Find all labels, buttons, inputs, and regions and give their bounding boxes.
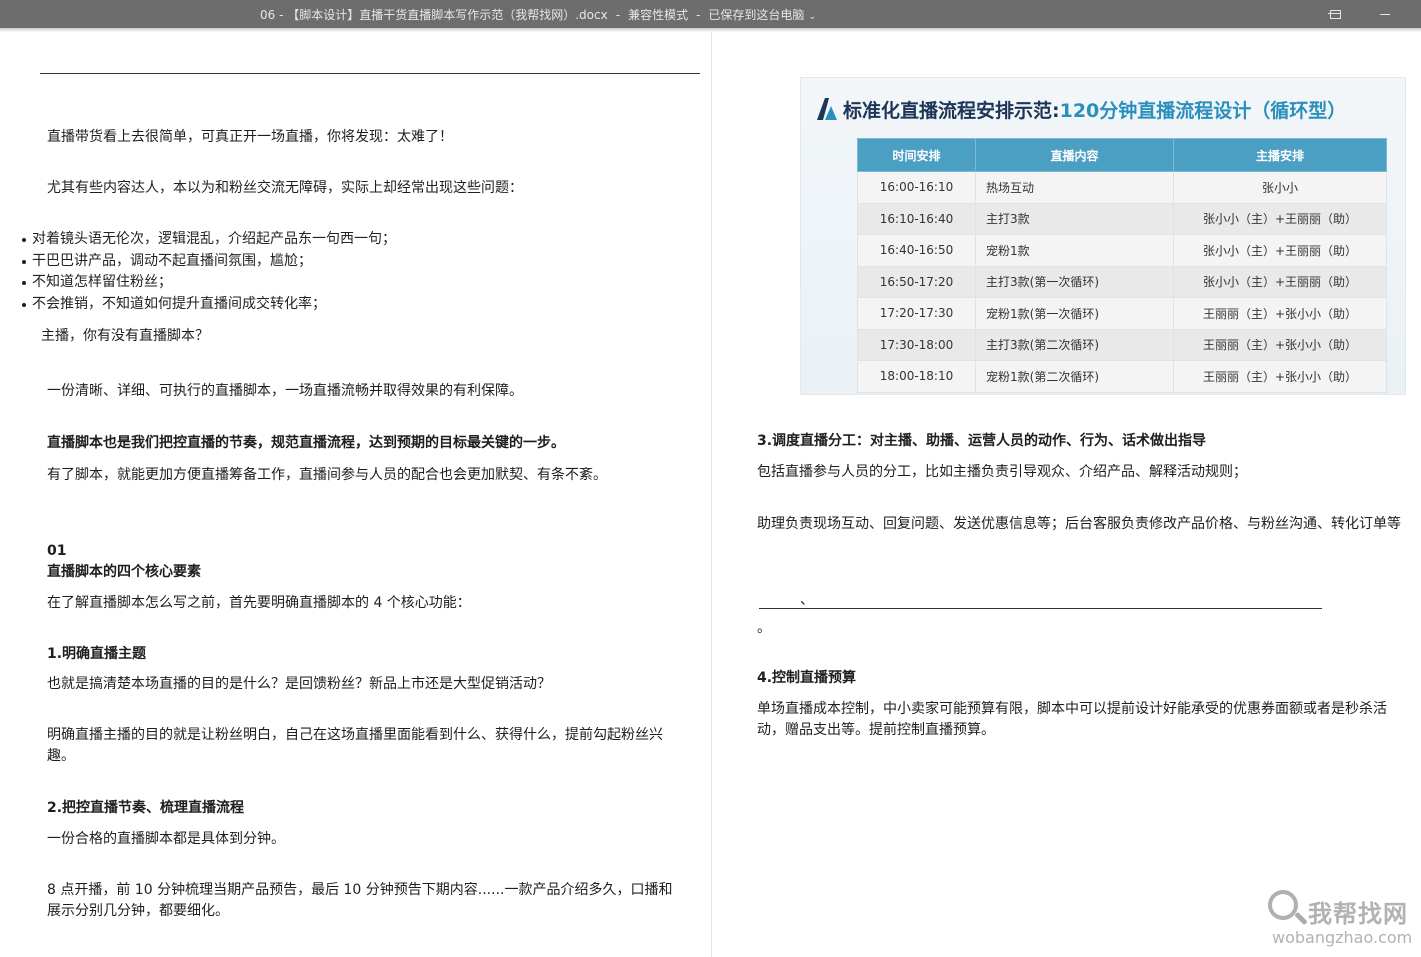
table-row: 17:30-18:00 主打3款(第二次循环) 王丽丽（主）+张小小（助） [857, 328, 1387, 361]
host-cell: 张小小（主）+王丽丽（助） [1173, 265, 1387, 298]
save-status[interactable]: 已保存到这台电脑 [708, 8, 804, 22]
table-row: 18:00-18:10 宠粉1款(第二次循环) 王丽丽（主）+张小小（助） [857, 360, 1387, 393]
chevron-down-icon[interactable]: ⌄ [808, 12, 816, 22]
section-title: 直播脚本的四个核心要素 [47, 564, 201, 580]
table-row: 17:20-17:30 宠粉1款(第一次循环) 王丽丽（主）+张小小（助） [857, 297, 1387, 330]
host-cell: 张小小（主）+王丽丽（助） [1173, 202, 1387, 235]
host-cell: 张小小 [1173, 171, 1387, 204]
time-cell: 16:00-16:10 [857, 171, 976, 204]
paragraph: 直播带货看上去很简单，可真正开一场直播，你将发现：太难了！ [47, 129, 453, 145]
watermark: 我帮找网 wobangzhao.com [1262, 886, 1421, 952]
column-header: 直播内容 [975, 138, 1174, 172]
host-cell: 王丽丽（主）+张小小（助） [1173, 328, 1387, 361]
paragraph: 包括直播参与人员的分工，比如主播负责引导观众、介绍产品、解释活动规则； [757, 464, 1247, 480]
paragraph: 在了解直播脚本怎么写之前，首先要明确直播脚本的 4 个核心功能： [47, 595, 471, 611]
document-name: 06 - 【脚本设计】直播干货直播脚本写作示范（我帮找网）.docx [260, 8, 608, 22]
table-row: 16:00-16:10 热场互动 张小小 [857, 171, 1387, 204]
title-bar: 06 - 【脚本设计】直播干货直播脚本写作示范（我帮找网）.docx - 兼容性模式… [0, 0, 1421, 28]
flow-image-title: 标准化直播流程安排示范:120分钟直播流程设计（循环型） [843, 100, 1347, 122]
page-divider [711, 32, 712, 957]
subheading: 4.控制直播预算 [757, 670, 857, 686]
content-cell: 热场互动 [975, 171, 1174, 204]
list-item: 干巴巴讲产品，调动不起直播间氛围，尴尬； [22, 251, 396, 273]
watermark-url: wobangzhao.com [1272, 928, 1413, 947]
minimize-icon[interactable] [1374, 4, 1396, 24]
paragraph: 一份清晰、详细、可执行的直播脚本，一场直播流畅并取得效果的有利保障。 [47, 383, 523, 399]
list-item: 不知道怎样留住粉丝； [22, 272, 396, 294]
host-cell: 张小小（主）+王丽丽（助） [1173, 234, 1387, 267]
paragraph: 明确直播主播的目的就是让粉丝明白，自己在这场直播里面能看到什么、获得什么，提前勾… [47, 727, 663, 764]
time-cell: 16:50-17:20 [857, 265, 976, 298]
table-row: 16:10-16:40 主打3款 张小小（主）+王丽丽（助） [857, 202, 1387, 235]
problem-list: 对着镜头语无伦次，逻辑混乱，介绍起产品东一句西一句； 干巴巴讲产品，调动不起直播… [22, 229, 396, 315]
paragraph: 单场直播成本控制，中小卖家可能预算有限，脚本中可以提前设计好能承受的优惠券面额或… [757, 701, 1387, 738]
column-header: 主播安排 [1173, 138, 1387, 172]
time-cell: 16:10-16:40 [857, 202, 976, 235]
paragraph: 助理负责现场互动、回复问题、发送优惠信息等；后台客服负责修改产品价格、与粉丝沟通… [757, 516, 1401, 532]
content-cell: 宠粉1款(第二次循环) [975, 360, 1174, 393]
restore-window-icon[interactable] [1324, 4, 1346, 24]
content-cell: 宠粉1款(第一次循环) [975, 297, 1174, 330]
horizontal-rule [759, 608, 1322, 609]
header-rule [40, 73, 700, 74]
list-item: 不会推销，不知道如何提升直播间成交转化率； [22, 294, 396, 316]
watermark-text: 我帮找网 [1308, 900, 1408, 928]
list-item: 对着镜头语无伦次，逻辑混乱，介绍起产品东一句西一句； [22, 229, 396, 251]
subheading: 3.调度直播分工：对主播、助播、运营人员的动作、行为、话术做出指导 [757, 433, 1207, 449]
subheading: 2.把控直播节奏、梳理直播流程 [47, 800, 245, 816]
time-cell: 17:20-17:30 [857, 297, 976, 330]
column-header: 时间安排 [857, 138, 976, 172]
text-fragment: 。 [757, 620, 771, 636]
table-row: 16:50-17:20 主打3款(第一次循环) 张小小（主）+王丽丽（助） [857, 265, 1387, 298]
window-title: 06 - 【脚本设计】直播干货直播脚本写作示范（我帮找网）.docx - 兼容性模式… [260, 8, 816, 22]
host-cell: 王丽丽（主）+张小小（助） [1173, 297, 1387, 330]
paragraph: 主播，你有没有直播脚本？ [41, 328, 209, 344]
table-row: 16:40-16:50 宠粉1款 张小小（主）+王丽丽（助） [857, 234, 1387, 267]
paragraph: 一份合格的直播脚本都是具体到分钟。 [47, 831, 285, 847]
paragraph: 也就是搞清楚本场直播的目的是什么？是回馈粉丝？新品上市还是大型促销活动？ [47, 676, 551, 692]
time-cell: 18:00-18:10 [857, 360, 976, 393]
flow-schedule-image[interactable]: 标准化直播流程安排示范:120分钟直播流程设计（循环型） 时间安排 直播内容 主… [800, 77, 1406, 395]
subheading: 1.明确直播主题 [47, 646, 147, 662]
content-cell: 主打3款(第一次循环) [975, 265, 1174, 298]
content-cell: 主打3款 [975, 202, 1174, 235]
compat-mode-label: 兼容性模式 [628, 8, 689, 22]
section-number: 01 [47, 543, 67, 559]
table-header-row: 时间安排 直播内容 主播安排 [857, 138, 1387, 172]
paragraph: 有了脚本，就能更加方便直播筹备工作，直播间参与人员的配合也会更加默契、有条不紊。 [47, 467, 607, 483]
content-cell: 主打3款(第二次循环) [975, 328, 1174, 361]
emphasis-paragraph: 直播脚本也是我们把控直播的节奏，规范直播流程，达到预期的目标最关键的一步。 [47, 435, 565, 451]
paragraph: 8 点开播，前 10 分钟梳理当期产品预告，最后 10 分钟预告下期内容....… [47, 882, 673, 919]
time-cell: 16:40-16:50 [857, 234, 976, 267]
schedule-table: 时间安排 直播内容 主播安排 16:00-16:10 热场互动 张小小 16:1… [857, 138, 1387, 393]
magnifier-icon [1268, 890, 1298, 920]
host-cell: 王丽丽（主）+张小小（助） [1173, 360, 1387, 393]
logo-icon [817, 98, 837, 120]
time-cell: 17:30-18:00 [857, 328, 976, 361]
paragraph: 尤其有些内容达人，本以为和粉丝交流无障碍，实际上却经常出现这些问题： [47, 180, 523, 196]
content-cell: 宠粉1款 [975, 234, 1174, 267]
